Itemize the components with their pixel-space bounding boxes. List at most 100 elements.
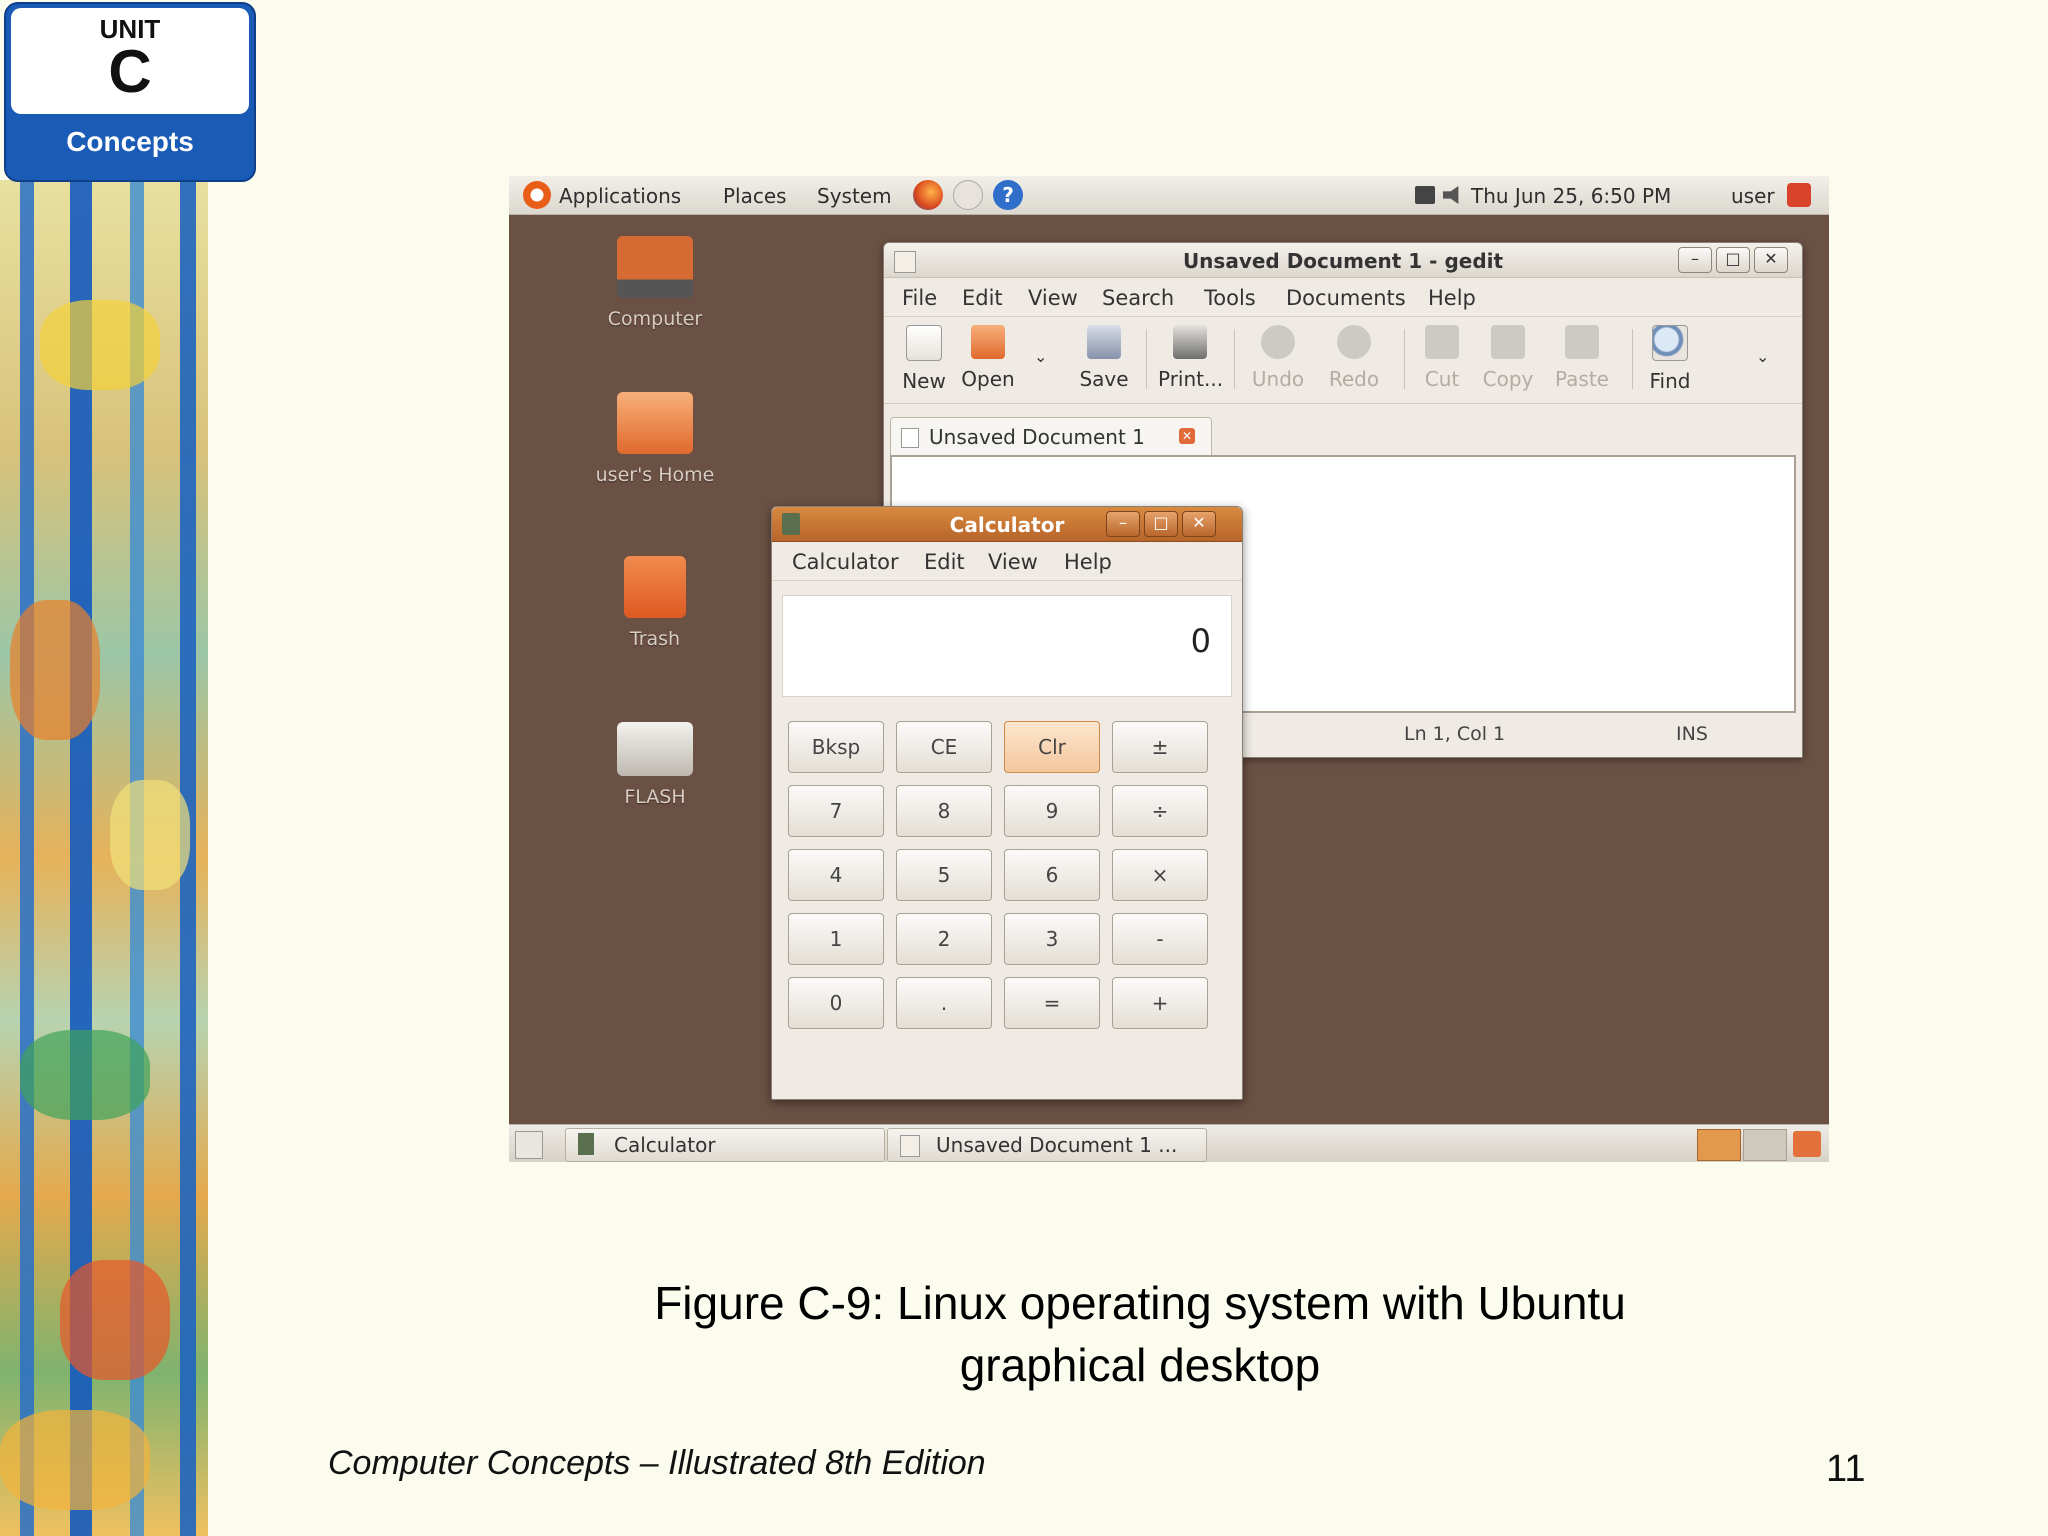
help-icon[interactable]: ? — [993, 180, 1023, 210]
key-clear-entry[interactable]: CE — [896, 721, 992, 773]
menu-help[interactable]: Help — [1428, 286, 1476, 310]
redo-button[interactable]: Redo — [1322, 325, 1386, 391]
key-6[interactable]: 6 — [1004, 849, 1100, 901]
cut-button[interactable]: Cut — [1410, 325, 1474, 391]
key-equals[interactable]: = — [1004, 977, 1100, 1029]
unit-letter: C — [108, 38, 152, 105]
workspace-1-switcher[interactable] — [1697, 1129, 1741, 1161]
key-0[interactable]: 0 — [788, 977, 884, 1029]
clock[interactable]: Thu Jun 25, 6:50 PM — [1471, 184, 1671, 208]
minimize-button[interactable]: – — [1106, 511, 1140, 537]
undo-button[interactable]: Undo — [1246, 325, 1310, 391]
toolbar-label: Save — [1079, 367, 1129, 391]
cursor-position: Ln 1, Col 1 — [1404, 723, 1506, 745]
trash-applet-icon[interactable] — [1793, 1131, 1821, 1157]
desktop-icon-computer[interactable]: Computer — [575, 236, 735, 330]
key-clear[interactable]: Clr — [1004, 721, 1100, 773]
save-button[interactable]: Save — [1072, 325, 1136, 391]
show-desktop-icon[interactable] — [515, 1131, 543, 1159]
print-button[interactable]: Print... — [1158, 325, 1224, 391]
toolbar-label: Paste — [1555, 367, 1609, 391]
menu-edit[interactable]: Edit — [962, 286, 1003, 310]
menu-help[interactable]: Help — [1064, 550, 1112, 574]
copy-button[interactable]: Copy — [1476, 325, 1540, 391]
calculator-titlebar[interactable]: Calculator – □ ✕ — [772, 507, 1242, 542]
network-icon[interactable] — [1415, 186, 1435, 204]
tab-unsaved-document-1[interactable]: Unsaved Document 1 ✕ — [890, 417, 1212, 456]
key-decimal[interactable]: . — [896, 977, 992, 1029]
toolbar-label: Open — [961, 367, 1015, 391]
shutdown-icon[interactable] — [1787, 183, 1811, 207]
close-button[interactable]: ✕ — [1754, 247, 1788, 273]
maximize-button[interactable]: □ — [1144, 511, 1178, 537]
key-divide[interactable]: ÷ — [1112, 785, 1208, 837]
unit-badge: UNIT C Concepts — [4, 2, 256, 182]
ubuntu-logo-icon[interactable] — [523, 181, 551, 209]
menu-documents[interactable]: Documents — [1286, 286, 1406, 310]
key-3[interactable]: 3 — [1004, 913, 1100, 965]
key-9[interactable]: 9 — [1004, 785, 1100, 837]
menu-tools[interactable]: Tools — [1204, 286, 1256, 310]
caption-line-1: Figure C-9: Linux operating system with … — [654, 1277, 1626, 1329]
taskbar-item-calculator[interactable]: Calculator — [565, 1128, 885, 1162]
key-2[interactable]: 2 — [896, 913, 992, 965]
close-button[interactable]: ✕ — [1182, 511, 1216, 537]
menu-edit[interactable]: Edit — [924, 550, 965, 574]
maximize-button[interactable]: □ — [1716, 247, 1750, 273]
desktop-icon-flash[interactable]: FLASH — [575, 722, 735, 808]
gedit-app-icon — [900, 1135, 920, 1157]
tab-close-icon[interactable]: ✕ — [1179, 428, 1195, 444]
ubuntu-desktop-screenshot: Applications Places System ? Thu Jun 25,… — [509, 176, 1829, 1162]
volume-icon[interactable] — [1443, 186, 1459, 204]
key-4[interactable]: 4 — [788, 849, 884, 901]
menu-file[interactable]: File — [902, 286, 937, 310]
key-7[interactable]: 7 — [788, 785, 884, 837]
calculator-menubar: Calculator Edit View Help — [772, 542, 1242, 581]
minimize-button[interactable]: – — [1678, 247, 1712, 273]
gedit-toolbar: New Open ⌄ Save Print... Undo Redo Cut C… — [884, 317, 1802, 404]
key-add[interactable]: + — [1112, 977, 1208, 1029]
workspace-2-switcher[interactable] — [1743, 1129, 1787, 1161]
user-menu[interactable]: user — [1731, 184, 1775, 208]
desktop-icon-label: Trash — [629, 628, 681, 650]
open-dropdown-chevron-icon[interactable]: ⌄ — [1034, 347, 1047, 366]
usb-drive-icon — [617, 722, 693, 776]
key-multiply[interactable]: × — [1112, 849, 1208, 901]
firefox-icon[interactable] — [913, 180, 943, 210]
menu-places[interactable]: Places — [723, 184, 787, 208]
key-5[interactable]: 5 — [896, 849, 992, 901]
key-8[interactable]: 8 — [896, 785, 992, 837]
taskbar-item-gedit[interactable]: Unsaved Document 1 ... — [887, 1128, 1207, 1162]
toolbar-label: Print... — [1158, 367, 1224, 391]
key-1[interactable]: 1 — [788, 913, 884, 965]
desktop-icon-trash[interactable]: Trash — [575, 556, 735, 650]
paste-button[interactable]: Paste — [1550, 325, 1614, 391]
scissors-icon — [1425, 325, 1459, 359]
menu-view[interactable]: View — [1028, 286, 1078, 310]
gedit-titlebar[interactable]: Unsaved Document 1 - gedit – □ ✕ — [884, 243, 1802, 278]
mail-icon[interactable] — [953, 180, 983, 210]
toolbar-separator — [1632, 329, 1633, 389]
key-subtract[interactable]: - — [1112, 913, 1208, 965]
new-button[interactable]: New — [892, 325, 956, 393]
toolbar-label: Redo — [1328, 367, 1380, 391]
menu-system[interactable]: System — [817, 184, 892, 208]
open-button[interactable]: Open — [956, 325, 1020, 391]
key-plus-minus[interactable]: ± — [1112, 721, 1208, 773]
menu-applications[interactable]: Applications — [559, 184, 681, 208]
save-disk-icon — [1087, 325, 1121, 359]
menu-view[interactable]: View — [988, 550, 1038, 574]
caption-line-2: graphical desktop — [959, 1339, 1321, 1391]
find-button[interactable]: Find — [1638, 325, 1702, 393]
undo-arrow-icon — [1261, 325, 1295, 359]
toolbar-separator — [1146, 329, 1147, 389]
toolbar-overflow-chevron-icon[interactable]: ⌄ — [1756, 347, 1769, 366]
menu-calculator[interactable]: Calculator — [792, 550, 899, 574]
paste-clipboard-icon — [1565, 325, 1599, 359]
computer-icon — [617, 236, 693, 298]
open-folder-icon — [971, 325, 1005, 359]
key-backspace[interactable]: Bksp — [788, 721, 884, 773]
desktop-icon-home[interactable]: user's Home — [575, 392, 735, 486]
bottom-panel: Calculator Unsaved Document 1 ... — [509, 1124, 1829, 1162]
menu-search[interactable]: Search — [1102, 286, 1174, 310]
